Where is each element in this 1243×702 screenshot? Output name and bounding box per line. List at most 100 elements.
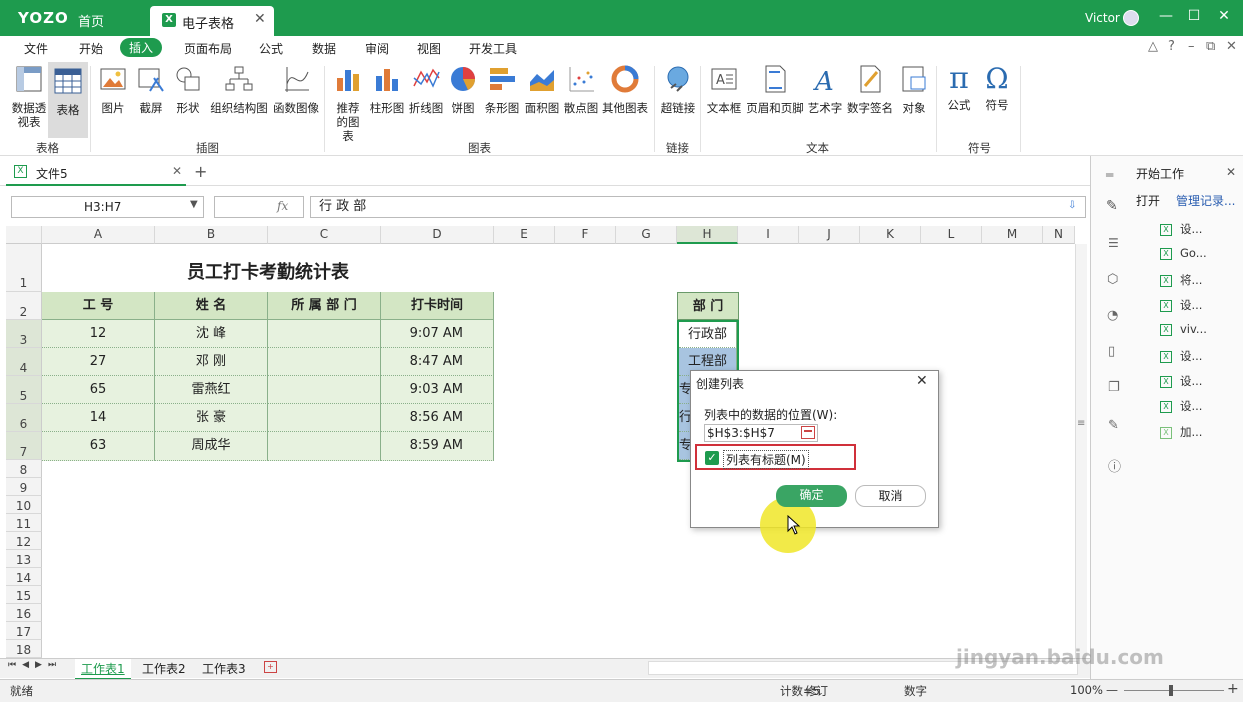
clock-icon[interactable]: ◔ bbox=[1107, 308, 1118, 323]
column-header[interactable]: K bbox=[860, 226, 921, 244]
recent-file-item[interactable]: X 设... bbox=[1160, 373, 1202, 389]
row-header[interactable]: 14 bbox=[6, 568, 42, 586]
close-tab-icon[interactable]: ✕ bbox=[254, 11, 266, 27]
table-button[interactable]: 表格 bbox=[48, 62, 88, 138]
table-cell[interactable]: 邓 刚 bbox=[155, 348, 268, 376]
row-header[interactable]: 15 bbox=[6, 586, 42, 604]
column-header[interactable]: E bbox=[494, 226, 555, 244]
column-header[interactable]: B bbox=[155, 226, 268, 244]
row-header[interactable]: 2 bbox=[6, 292, 42, 320]
recent-file-item[interactable]: X 将... bbox=[1160, 272, 1202, 288]
table-header-cell[interactable]: 工 号 bbox=[42, 292, 155, 320]
recent-file-item[interactable]: X 加... bbox=[1160, 424, 1202, 440]
row-header[interactable]: 5 bbox=[6, 376, 42, 404]
close-window-icon[interactable]: ✕ bbox=[1214, 8, 1234, 24]
row-header[interactable]: 8 bbox=[6, 460, 42, 478]
row-header[interactable]: 18 bbox=[6, 640, 42, 658]
column-header[interactable]: M bbox=[982, 226, 1043, 244]
file-tab[interactable]: X 文件5 ✕ bbox=[6, 160, 186, 186]
recent-file-item[interactable]: X 设... bbox=[1160, 348, 1202, 364]
home-tab[interactable]: 首页 bbox=[78, 11, 104, 30]
table-cell[interactable] bbox=[268, 404, 381, 432]
column-header[interactable]: D bbox=[381, 226, 494, 244]
table-cell[interactable]: 12 bbox=[42, 320, 155, 348]
maximize-icon[interactable]: ☐ bbox=[1184, 8, 1204, 24]
table-cell[interactable] bbox=[268, 320, 381, 348]
other-charts-button[interactable]: 其他图表 bbox=[600, 64, 650, 115]
select-all-corner[interactable] bbox=[6, 226, 42, 244]
table-cell[interactable]: 沈 峰 bbox=[155, 320, 268, 348]
function-icon[interactable]: fx bbox=[277, 199, 288, 213]
picture-button[interactable]: 图片 bbox=[96, 64, 130, 115]
table-cell[interactable]: 65 bbox=[42, 376, 155, 404]
menu-file[interactable]: 文件 bbox=[24, 40, 48, 57]
column-header[interactable]: I bbox=[738, 226, 799, 244]
collapse-ribbon-icon[interactable]: △ bbox=[1148, 39, 1158, 54]
bar-chart-button[interactable]: 条形图 bbox=[482, 64, 522, 115]
row-header[interactable]: 16 bbox=[6, 604, 42, 622]
row-header[interactable]: 9 bbox=[6, 478, 42, 496]
new-tab-icon[interactable]: + bbox=[194, 162, 207, 181]
menu-page-layout[interactable]: 页面布局 bbox=[184, 40, 232, 57]
header-checkbox[interactable]: ✓ bbox=[705, 451, 719, 465]
sheet-tab[interactable]: 工作表2 bbox=[136, 659, 192, 678]
name-box[interactable]: H3:H7 ▼ bbox=[11, 196, 204, 218]
column-chart-button[interactable]: 柱形图 bbox=[368, 64, 406, 115]
row-header[interactable]: 11 bbox=[6, 514, 42, 532]
pivot-table-button[interactable]: 数据透视表 bbox=[8, 64, 50, 129]
minimize-icon[interactable]: — bbox=[1156, 8, 1176, 24]
table-header-cell[interactable]: 所 属 部 门 bbox=[268, 292, 381, 320]
vertical-scrollbar[interactable] bbox=[1075, 244, 1087, 658]
symbol-button[interactable]: Ω 符号 bbox=[978, 64, 1016, 113]
add-sheet-icon[interactable]: + bbox=[264, 661, 277, 673]
table-cell[interactable]: 63 bbox=[42, 432, 155, 461]
digital-signature-button[interactable]: 数字签名 bbox=[844, 64, 896, 115]
row-header[interactable]: 3 bbox=[6, 320, 42, 348]
column-header[interactable]: J bbox=[799, 226, 860, 244]
table-header-cell[interactable]: 打卡时间 bbox=[381, 292, 494, 320]
settings-icon[interactable]: ☰ bbox=[1108, 236, 1119, 250]
edit-icon[interactable]: ✎ bbox=[1108, 418, 1119, 433]
hyperlink-button[interactable]: 超链接 bbox=[658, 64, 698, 115]
table-cell[interactable]: 9:03 AM bbox=[381, 376, 494, 404]
shapes-button[interactable]: 形状 bbox=[172, 64, 204, 115]
help-circle-icon[interactable]: ⓘ bbox=[1108, 456, 1121, 475]
menu-data[interactable]: 数据 bbox=[312, 40, 336, 57]
avatar[interactable] bbox=[1123, 10, 1139, 26]
header-checkbox-label[interactable]: 列表有标题(M) bbox=[723, 450, 809, 469]
object-button[interactable]: 对象 bbox=[896, 64, 932, 115]
menu-view[interactable]: 视图 bbox=[417, 40, 441, 57]
table-cell[interactable]: 8:56 AM bbox=[381, 404, 494, 432]
zoom-in-icon[interactable]: + bbox=[1227, 681, 1239, 697]
zoom-slider-handle[interactable] bbox=[1169, 685, 1173, 696]
row-header[interactable]: 6 bbox=[6, 404, 42, 432]
doc-restore-icon[interactable]: ⧉ bbox=[1206, 39, 1215, 54]
table-cell[interactable]: 8:47 AM bbox=[381, 348, 494, 376]
row-header[interactable]: 4 bbox=[6, 348, 42, 376]
line-chart-button[interactable]: 折线图 bbox=[406, 64, 446, 115]
screenshot-button[interactable]: 截屏 bbox=[134, 64, 168, 115]
table-cell[interactable]: 雷燕红 bbox=[155, 376, 268, 404]
doc-close-icon[interactable]: ✕ bbox=[1226, 39, 1237, 54]
cube-icon[interactable]: ⬡ bbox=[1107, 272, 1118, 287]
range-select-icon[interactable] bbox=[801, 426, 815, 439]
column-header[interactable]: A bbox=[42, 226, 155, 244]
column-header[interactable]: F bbox=[555, 226, 616, 244]
table-cell[interactable] bbox=[268, 376, 381, 404]
equation-button[interactable]: π 公式 bbox=[940, 64, 978, 113]
pie-chart-button[interactable]: 饼图 bbox=[446, 64, 480, 115]
zoom-slider[interactable] bbox=[1124, 690, 1224, 691]
table-cell[interactable] bbox=[268, 348, 381, 376]
doc-tab[interactable]: X 电子表格 ✕ bbox=[150, 6, 274, 36]
wordart-button[interactable]: A 艺术字 bbox=[806, 64, 844, 115]
formula-input[interactable]: 行 政 部 bbox=[310, 196, 1086, 218]
dept-header-cell[interactable]: 部 门 bbox=[677, 292, 739, 320]
menu-review[interactable]: 审阅 bbox=[365, 40, 389, 57]
table-header-cell[interactable]: 姓 名 bbox=[155, 292, 268, 320]
column-header[interactable]: N bbox=[1043, 226, 1075, 244]
recent-file-item[interactable]: X 设... bbox=[1160, 297, 1202, 313]
row-header[interactable]: 13 bbox=[6, 550, 42, 568]
row-header[interactable]: 1 bbox=[6, 244, 42, 292]
header-footer-button[interactable]: 页眉和页脚 bbox=[744, 64, 806, 115]
row-header[interactable]: 7 bbox=[6, 432, 42, 460]
